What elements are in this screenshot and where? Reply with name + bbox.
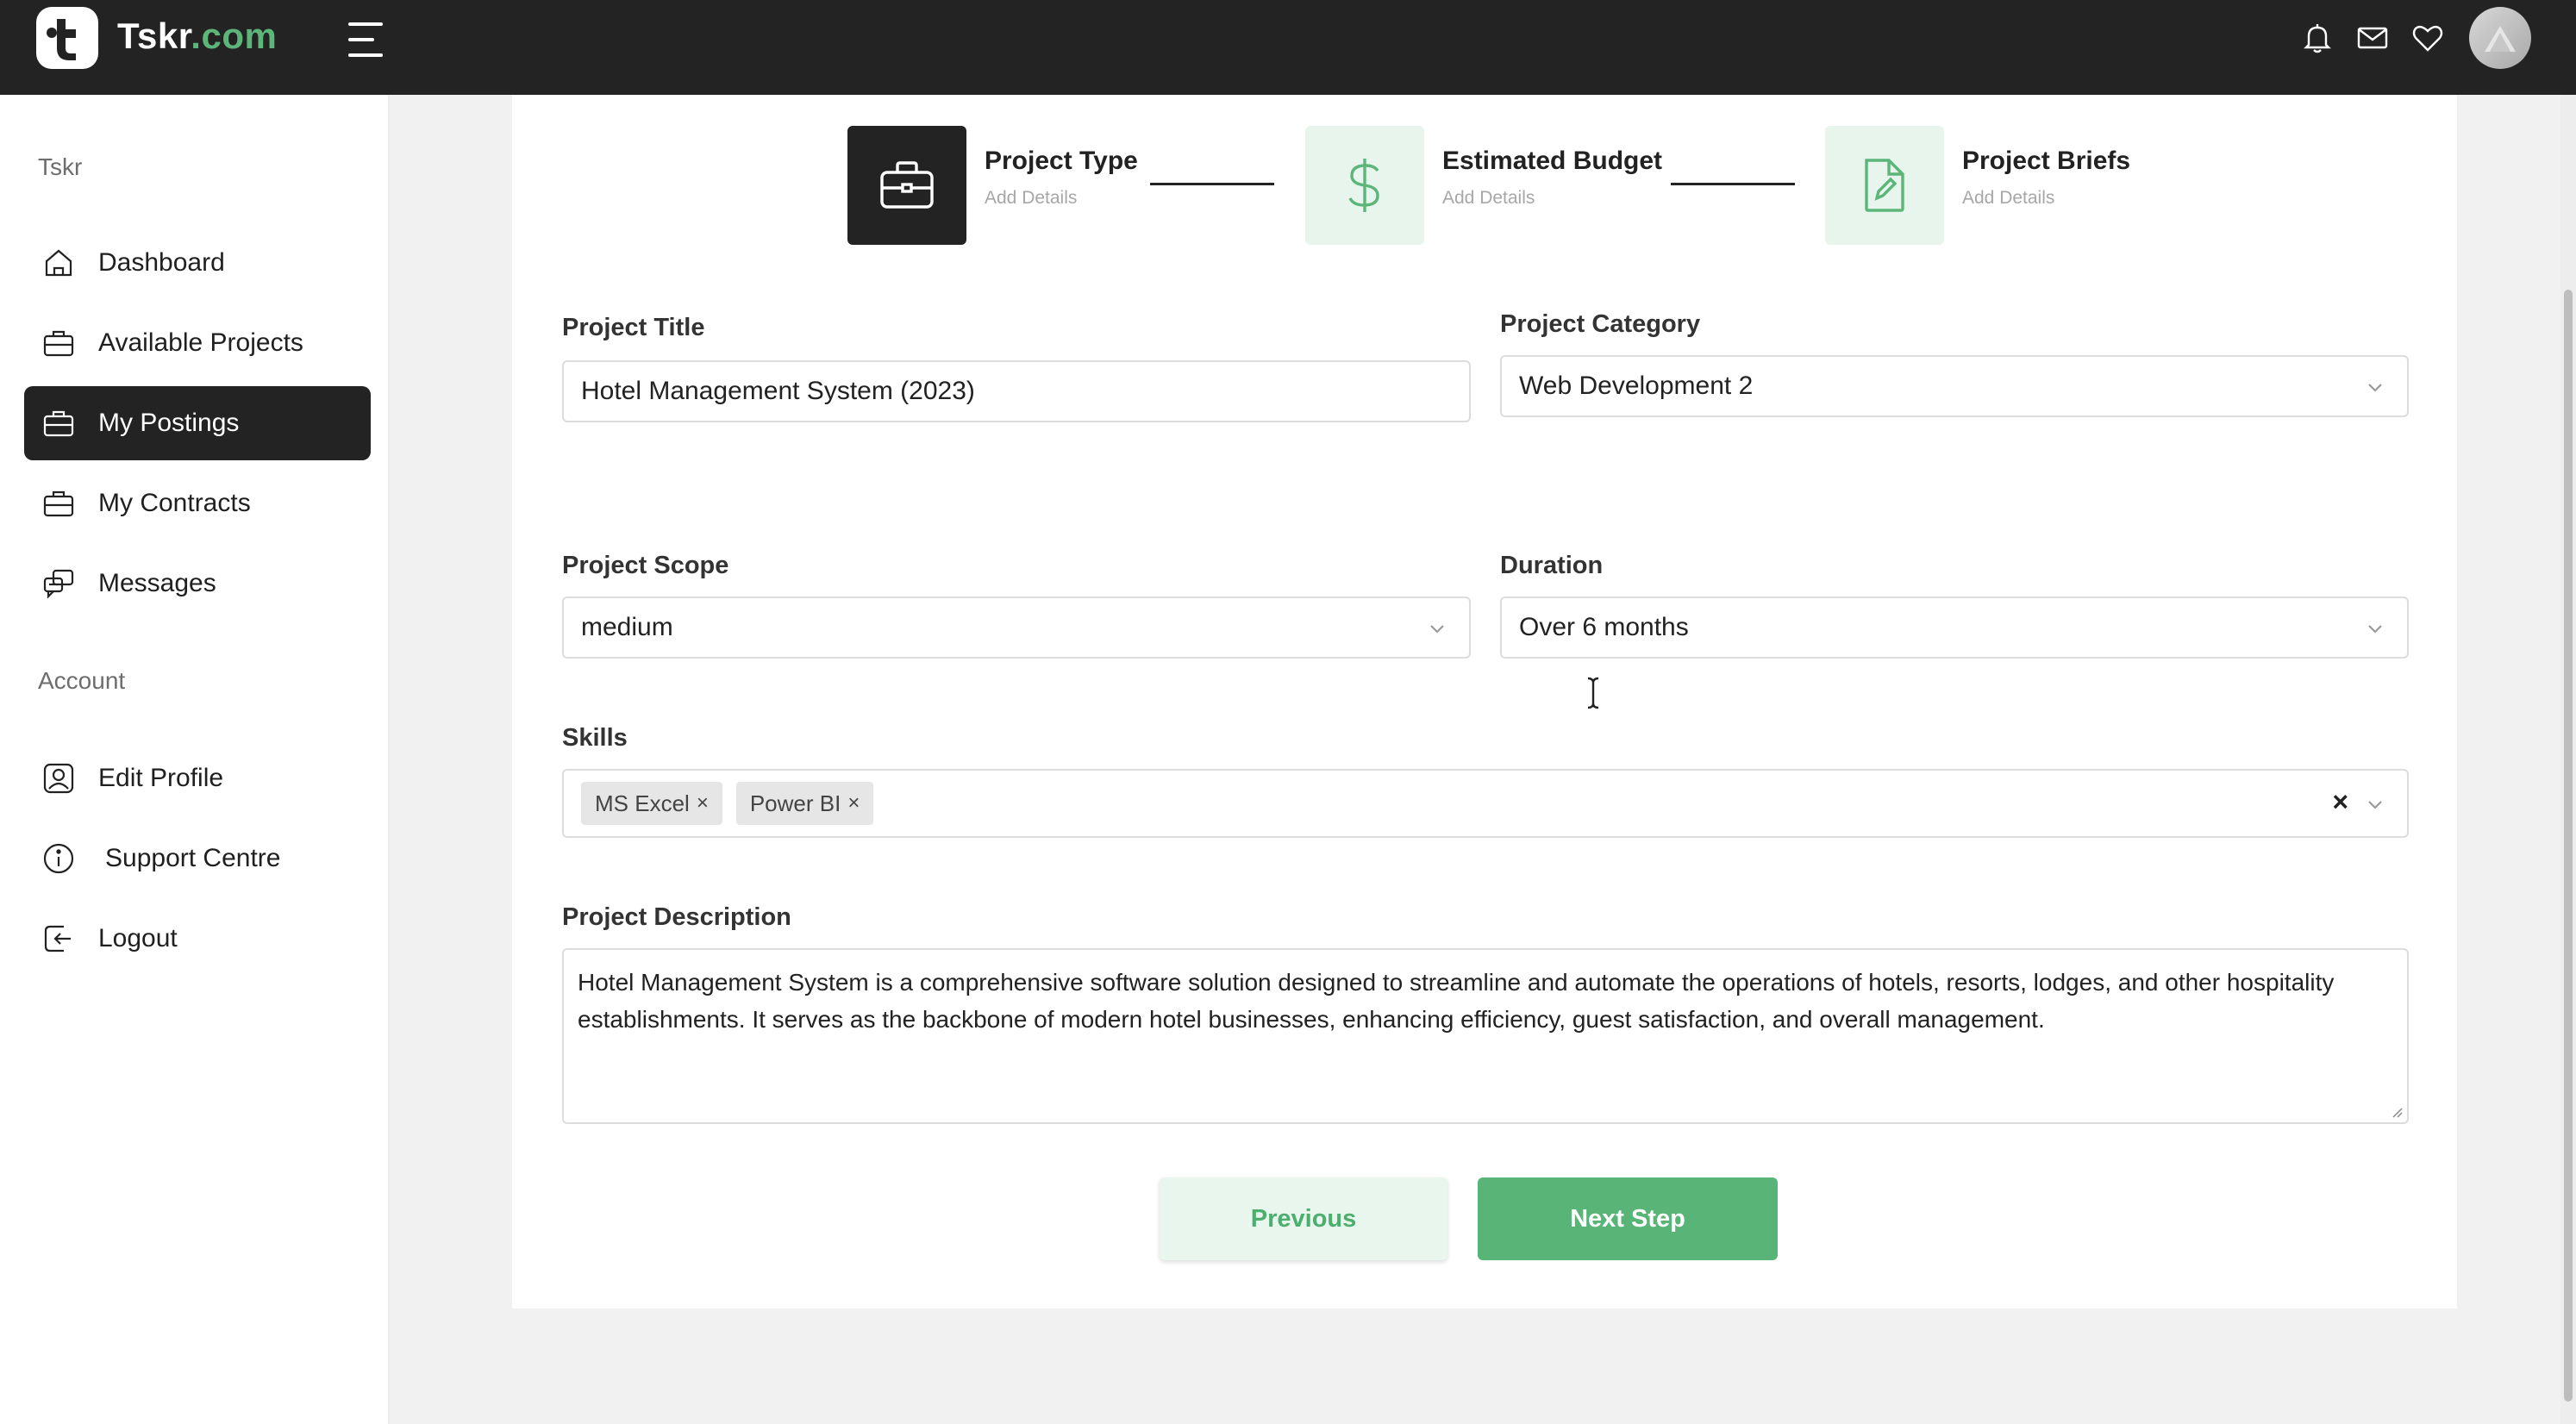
sidebar-item-label: Logout xyxy=(98,924,178,952)
step-connector xyxy=(1150,183,1274,185)
sidebar-item-label: Dashboard xyxy=(98,248,225,277)
logo-domain: .com xyxy=(191,16,278,56)
skills-multiselect[interactable]: MS Excel × Power BI × × xyxy=(562,769,2409,838)
sidebar-item-logout[interactable]: Logout xyxy=(24,902,371,976)
text-cursor-icon xyxy=(1587,677,1599,709)
dollar-icon xyxy=(1348,159,1379,212)
project-category-select[interactable]: Web Development 2 xyxy=(1500,355,2409,417)
sidebar: Tskr Dashboard Available Projects My Pos… xyxy=(0,95,390,1424)
sidebar-item-label: Available Projects xyxy=(98,328,303,357)
sidebar-item-label: Support Centre xyxy=(105,844,281,872)
step-title-project-type: Project Type xyxy=(985,147,1138,175)
project-title-field[interactable] xyxy=(562,360,1471,422)
document-edit-icon xyxy=(1865,159,1904,212)
sidebar-item-available-projects[interactable]: Available Projects xyxy=(24,306,371,380)
user-icon xyxy=(43,763,74,794)
project-title-label: Project Title xyxy=(562,314,705,341)
step-subtitle-estimated-budget: Add Details xyxy=(1442,188,1535,208)
project-title-input[interactable] xyxy=(581,377,1469,406)
sidebar-item-support-centre[interactable]: Support Centre xyxy=(24,821,371,896)
scrollbar-thumb[interactable] xyxy=(2564,290,2573,1402)
sidebar-section-account: Account xyxy=(38,667,126,694)
sidebar-item-label: Edit Profile xyxy=(98,764,224,792)
project-description-textarea[interactable]: Hotel Management System is a comprehensi… xyxy=(562,948,2409,1124)
logo-main: Tskr xyxy=(117,16,191,56)
chat-icon xyxy=(43,569,74,599)
sidebar-item-messages[interactable]: Messages xyxy=(24,546,371,621)
duration-value: Over 6 months xyxy=(1519,613,1689,641)
next-step-button[interactable]: Next Step xyxy=(1478,1177,1778,1260)
project-scope-label: Project Scope xyxy=(562,552,729,579)
duration-label: Duration xyxy=(1500,552,1604,579)
chevron-down-icon xyxy=(2368,625,2382,634)
chevron-down-icon xyxy=(2368,384,2382,392)
briefcase-icon xyxy=(43,490,74,517)
sidebar-item-label: Messages xyxy=(98,569,216,597)
skill-tag: Power BI × xyxy=(735,782,874,825)
project-category-label: Project Category xyxy=(1500,310,1701,338)
avatar[interactable] xyxy=(2469,7,2531,69)
top-bar: Tskr.com xyxy=(0,0,2576,95)
bell-icon[interactable] xyxy=(2300,21,2335,55)
step-project-briefs[interactable] xyxy=(1825,126,1944,245)
duration-select[interactable]: Over 6 months xyxy=(1500,596,2409,659)
chevron-down-icon[interactable] xyxy=(2366,795,2385,814)
logo-icon[interactable] xyxy=(36,7,98,69)
project-form-card: Project Type Add Details Estimated Budge… xyxy=(512,95,2457,1308)
sidebar-item-my-postings[interactable]: My Postings xyxy=(24,386,371,460)
info-icon xyxy=(43,843,74,874)
project-description-text: Hotel Management System is a comprehensi… xyxy=(578,969,2335,1033)
step-estimated-budget[interactable] xyxy=(1305,126,1424,245)
resize-handle-icon[interactable] xyxy=(2390,1105,2404,1119)
skill-tag-label: MS Excel xyxy=(595,790,690,816)
step-subtitle-project-type: Add Details xyxy=(985,188,1078,208)
mail-icon[interactable] xyxy=(2355,21,2390,55)
logo-text[interactable]: Tskr.com xyxy=(117,16,277,57)
briefcase-icon xyxy=(880,161,934,209)
sidebar-item-label: My Postings xyxy=(98,409,240,437)
skills-label: Skills xyxy=(562,724,628,752)
sidebar-item-dashboard[interactable]: Dashboard xyxy=(24,226,371,300)
home-icon xyxy=(45,249,72,277)
remove-tag-icon[interactable]: × xyxy=(847,791,860,815)
step-subtitle-project-briefs: Add Details xyxy=(1962,188,2055,208)
briefcase-icon xyxy=(43,330,74,357)
chevron-down-icon xyxy=(1430,625,1444,634)
skill-tag: MS Excel × xyxy=(581,782,722,825)
sidebar-section-main: Tskr xyxy=(38,153,83,180)
project-description-label: Project Description xyxy=(562,903,791,931)
logout-icon xyxy=(44,925,71,952)
sidebar-item-edit-profile[interactable]: Edit Profile xyxy=(24,741,371,815)
hamburger-menu-icon[interactable] xyxy=(348,22,386,57)
sidebar-item-my-contracts[interactable]: My Contracts xyxy=(24,466,371,540)
project-category-value: Web Development 2 xyxy=(1519,372,1754,400)
step-title-estimated-budget: Estimated Budget xyxy=(1442,147,1663,175)
step-title-project-briefs: Project Briefs xyxy=(1962,147,2131,175)
step-project-type[interactable] xyxy=(847,126,966,245)
remove-tag-icon[interactable]: × xyxy=(697,791,709,815)
project-scope-value: medium xyxy=(581,613,673,641)
briefcase-icon xyxy=(43,410,74,437)
sidebar-item-label: My Contracts xyxy=(98,489,251,517)
clear-all-icon[interactable]: × xyxy=(2332,786,2348,818)
project-scope-select[interactable]: medium xyxy=(562,596,1471,659)
heart-icon[interactable] xyxy=(2410,21,2445,55)
skill-tag-label: Power BI xyxy=(749,790,841,816)
step-connector xyxy=(1671,183,1795,185)
previous-button[interactable]: Previous xyxy=(1160,1177,1447,1260)
